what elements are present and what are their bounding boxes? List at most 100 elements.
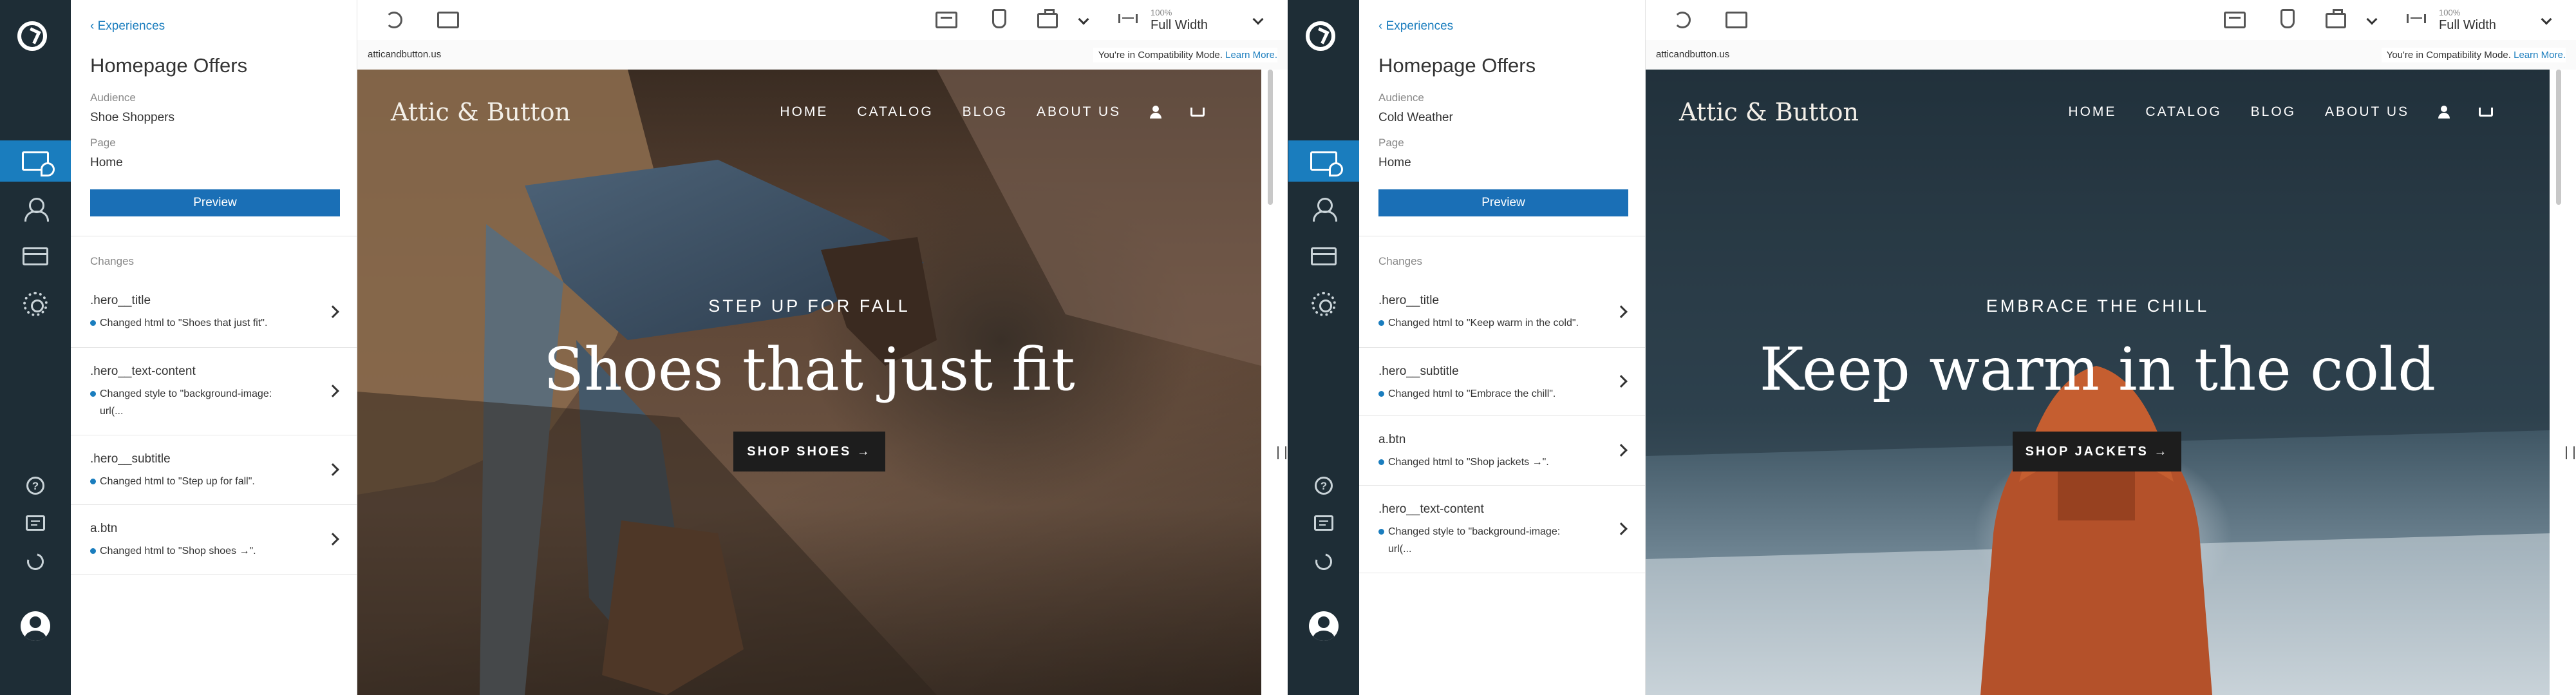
rail-pages[interactable] [1288, 236, 1359, 277]
change-item[interactable]: .hero__subtitle Changed html to "Step up… [71, 435, 357, 505]
hero-cta-button[interactable]: SHOP SHOES → [733, 432, 885, 471]
rail-settings[interactable] [1288, 283, 1359, 325]
layout-icon[interactable] [935, 12, 957, 28]
editor-panel-right: ? ‹ Experiences Homepage Offers Audience… [1288, 0, 2576, 695]
nav-blog[interactable]: BLOG [2251, 104, 2296, 120]
nav-blog[interactable]: BLOG [963, 104, 1008, 120]
editor-toolbar: 100% Full Width [357, 0, 1288, 41]
undo-icon[interactable] [1674, 12, 1691, 28]
preview-button[interactable]: Preview [1378, 189, 1628, 216]
image-icon[interactable] [1725, 12, 1747, 28]
scroll-thumb[interactable] [1268, 70, 1273, 205]
rail-redo[interactable] [1288, 541, 1359, 582]
rail-settings[interactable] [0, 283, 71, 325]
nav-home[interactable]: HOME [2068, 104, 2116, 120]
select-hand-icon[interactable] [2280, 9, 2295, 28]
preview-button[interactable]: Preview [90, 189, 340, 216]
redo-icon [24, 550, 47, 573]
rail-account[interactable] [0, 605, 71, 647]
user-icon[interactable] [1150, 106, 1161, 119]
learn-more-link[interactable]: Learn More. [2514, 50, 2566, 61]
page-value: Home [90, 156, 123, 169]
preview-scrollbar[interactable] [1261, 70, 1288, 695]
rail-experiences[interactable] [0, 140, 71, 182]
url-bar: atticandbutton.us You're in Compatibilit… [357, 40, 1288, 70]
undo-icon[interactable] [386, 12, 402, 28]
experience-sidebar: ‹ Experiences Homepage Offers Audience S… [71, 0, 357, 695]
hero-title: Shoes that just fit [543, 335, 1075, 404]
rail-experiences[interactable] [1288, 140, 1359, 182]
image-icon[interactable] [437, 12, 459, 28]
change-item[interactable]: a.btn Changed html to "Shop jackets →". [1359, 416, 1645, 486]
change-description: Changed html to "Shop jackets →". [1378, 453, 1584, 471]
chevron-down-icon[interactable] [2366, 14, 2378, 25]
select-hand-icon[interactable] [992, 9, 1006, 28]
changes-list: .hero__title Changed html to "Shoes that… [71, 277, 357, 575]
width-mode-select[interactable]: Full Width [1151, 18, 1208, 33]
change-description: Changed style to "background-image: url(… [90, 385, 296, 420]
change-selector: .hero__title [1378, 294, 1440, 307]
change-item[interactable]: .hero__text-content Changed style to "ba… [71, 348, 357, 435]
user-icon[interactable] [2438, 106, 2450, 119]
chevron-right-icon [1615, 443, 1628, 457]
rail-account[interactable] [1288, 605, 1359, 647]
cart-icon[interactable] [1190, 108, 1205, 117]
site-preview: Attic & Button HOME CATALOG BLOG ABOUT U… [357, 70, 1261, 695]
change-item[interactable]: .hero__subtitle Changed html to "Embrace… [1359, 348, 1645, 416]
app-rail: ? [1288, 0, 1359, 695]
chevron-right-icon [326, 305, 339, 318]
chevron-down-icon[interactable] [2541, 14, 2552, 25]
app-rail: ? [0, 0, 71, 695]
scroll-thumb[interactable] [2556, 70, 2561, 205]
chevron-right-icon [326, 462, 339, 476]
resize-handle[interactable] [1277, 446, 1286, 459]
experience-title: Homepage Offers [1378, 54, 1536, 77]
rail-audiences[interactable] [1288, 188, 1359, 229]
back-link[interactable]: ‹ Experiences [90, 19, 165, 33]
width-mode-select[interactable]: Full Width [2439, 18, 2496, 33]
site-logo[interactable]: Attic & Button [1679, 98, 1859, 126]
url-bar: atticandbutton.us You're in Compatibilit… [1646, 40, 2576, 70]
page-url: atticandbutton.us [368, 49, 442, 60]
chevron-down-icon[interactable] [1078, 14, 1089, 25]
help-icon: ? [1315, 477, 1333, 495]
rail-chat[interactable] [0, 502, 71, 544]
page-value: Home [1378, 156, 1411, 169]
rail-pages[interactable] [0, 236, 71, 277]
nav-catalog[interactable]: CATALOG [857, 104, 933, 120]
site-logo[interactable]: Attic & Button [391, 98, 570, 126]
back-link[interactable]: ‹ Experiences [1378, 19, 1453, 33]
briefcase-icon[interactable] [2326, 9, 2346, 28]
change-item[interactable]: a.btn Changed html to "Shop shoes →". [71, 505, 357, 575]
preview-scrollbar[interactable] [2550, 70, 2576, 695]
layout-icon[interactable] [2224, 12, 2246, 28]
briefcase-icon[interactable] [1037, 9, 1058, 28]
nav-home[interactable]: HOME [780, 104, 828, 120]
settings-icon [1312, 292, 1336, 316]
nav-about[interactable]: ABOUT US [1037, 104, 1121, 120]
chevron-down-icon[interactable] [1252, 14, 1264, 25]
rail-audiences[interactable] [0, 188, 71, 229]
change-item[interactable]: .hero__title Changed html to "Keep warm … [1359, 277, 1645, 348]
changes-heading: Changes [90, 255, 135, 267]
rail-redo[interactable] [0, 541, 71, 582]
rail-help[interactable]: ? [0, 465, 71, 506]
chat-icon [26, 515, 45, 531]
cart-icon[interactable] [2479, 108, 2493, 117]
width-icon [1118, 14, 1138, 23]
learn-more-link[interactable]: Learn More. [1225, 50, 1277, 61]
change-item[interactable]: .hero__title Changed html to "Shoes that… [71, 277, 357, 348]
app-logo-icon[interactable] [1306, 21, 1335, 51]
nav-catalog[interactable]: CATALOG [2145, 104, 2221, 120]
resize-handle[interactable] [2566, 446, 2575, 459]
app-logo-icon[interactable] [17, 21, 47, 51]
pages-icon [1311, 247, 1337, 265]
rail-help[interactable]: ? [1288, 465, 1359, 506]
hero-subtitle: EMBRACE THE CHILL [1986, 296, 2210, 316]
hero-cta-button[interactable]: SHOP JACKETS → [2013, 432, 2181, 471]
nav-about[interactable]: ABOUT US [2325, 104, 2409, 120]
page-label: Page [90, 137, 116, 149]
settings-icon [23, 292, 48, 316]
change-item[interactable]: .hero__text-content Changed style to "ba… [1359, 486, 1645, 573]
rail-chat[interactable] [1288, 502, 1359, 544]
